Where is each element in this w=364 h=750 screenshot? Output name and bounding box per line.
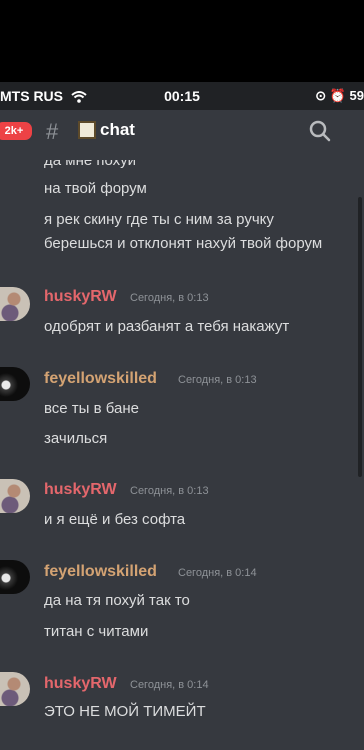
avatar[interactable] [0,560,30,594]
channel-header: 2k+ # chat [0,110,364,154]
system-status: ⊙ ⏰ 59 [315,88,364,104]
avatar[interactable] [0,672,30,706]
search-icon[interactable] [308,119,332,143]
message-text[interactable]: зачилься [44,430,107,447]
battery-percent: 59 [349,88,364,103]
scrollbar[interactable] [358,197,362,477]
message-text[interactable]: и я ещё и без софта [44,511,185,528]
message-text[interactable]: на твой форум [44,180,147,197]
message-author[interactable]: feyellowskilled [44,563,157,581]
status-bar: MTS RUS 00:15 ⊙ ⏰ 59 [0,82,364,110]
message-text[interactable]: берешься и отклонят нахуй твой форум [44,235,322,252]
back-button-badge[interactable]: 2k+ [0,120,34,142]
message-timestamp: Сегодня, в 0:14 [130,679,209,691]
rotation-lock-icon: ⊙ [315,88,327,103]
message-author[interactable]: feyellowskilled [44,370,157,388]
message-timestamp: Сегодня, в 0:14 [178,567,257,579]
message-text[interactable]: да мне похуй [44,160,136,169]
chat-screen: MTS RUS 00:15 ⊙ ⏰ 59 2k+ # chat да мне п… [0,82,364,750]
message-text[interactable]: я рек скину где ты с ним за ручку [44,211,274,228]
clock: 00:15 [164,88,200,104]
message-timestamp: Сегодня, в 0:13 [178,374,257,386]
message-text[interactable]: все ты в бане [44,400,139,417]
message-author[interactable]: huskyRW [44,675,117,693]
avatar[interactable] [0,367,30,401]
message-author[interactable]: huskyRW [44,481,117,499]
channel-title: chat [100,120,135,139]
avatar[interactable] [0,287,30,321]
avatar[interactable] [0,479,30,513]
channel-hash-icon: # [46,119,59,144]
message-text[interactable]: одобрят и разбанят а тебя накажут [44,318,289,335]
message-text[interactable]: ЭТО НЕ МОЙ ТИМЕЙТ [44,703,206,720]
message-text[interactable]: да на тя похуй так то [44,592,190,609]
message-author[interactable]: huskyRW [44,288,117,306]
message-text[interactable]: титан с читами [44,623,148,640]
alarm-icon: ⏰ [329,88,346,103]
message-timestamp: Сегодня, в 0:13 [130,485,209,497]
message-timestamp: Сегодня, в 0:13 [130,292,209,304]
channel-emoji-icon [78,121,96,139]
